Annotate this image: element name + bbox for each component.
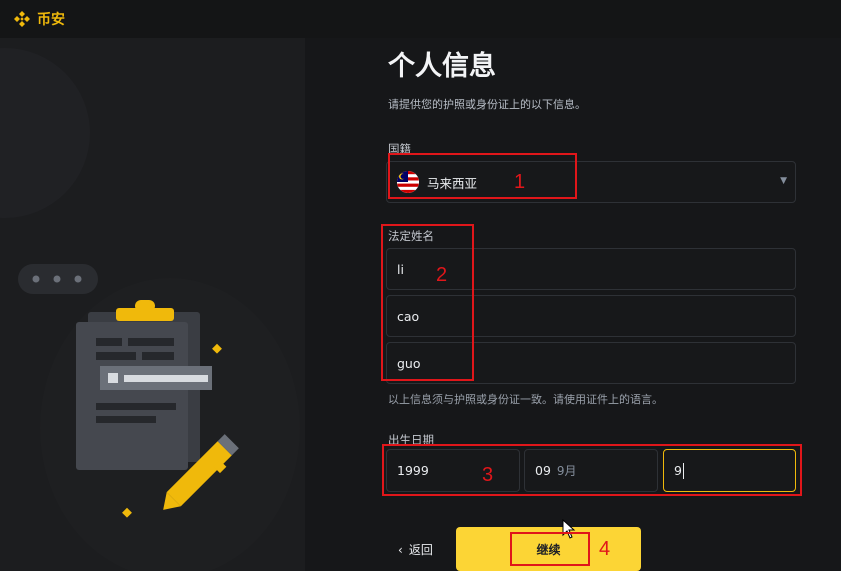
dob-month-select[interactable]: 09 9月 (524, 449, 658, 492)
page-subtitle: 请提供您的护照或身份证上的以下信息。 (388, 98, 586, 111)
chevron-down-icon: ▼ (780, 176, 787, 186)
clipboard-pencil-illustration (18, 264, 239, 518)
binance-logo[interactable]: 币安 (12, 9, 65, 29)
nationality-select[interactable]: 马来西亚 ▼ (386, 161, 796, 203)
dob-year-input[interactable]: 1999 (386, 449, 520, 492)
annotation-number-3: 3 (482, 464, 494, 486)
middle-name-input[interactable]: cao (386, 295, 796, 337)
text-cursor (682, 462, 684, 479)
illustration-panel (0, 38, 305, 571)
mouse-pointer-icon (562, 519, 576, 539)
malaysia-flag-icon (397, 171, 419, 193)
name-hint: 以上信息须与护照或身份证一致。请使用证件上的语言。 (388, 393, 663, 406)
legal-name-label: 法定姓名 (388, 229, 434, 243)
binance-logo-icon (14, 11, 30, 27)
nationality-label: 国籍 (388, 142, 411, 156)
dob-month-unit: 9月 (556, 464, 577, 478)
back-button[interactable]: ‹ 返回 (398, 541, 433, 558)
dob-day-input[interactable]: 9 (663, 449, 796, 492)
nationality-value: 马来西亚 (427, 175, 478, 191)
dob-year-value: 1999 (397, 463, 429, 478)
logo-text: 币安 (37, 12, 65, 28)
top-bar: 币安 (0, 0, 841, 38)
page-title: 个人信息 (388, 51, 496, 82)
dob-day-value: 9 (674, 463, 682, 478)
annotation-number-4: 4 (599, 538, 611, 560)
annotation-number-2: 2 (436, 264, 448, 286)
annotation-number-1: 1 (514, 171, 526, 193)
dob-month-value: 09 (535, 463, 551, 478)
back-label: 返回 (408, 543, 433, 557)
chevron-left-icon: ‹ (398, 542, 403, 557)
dob-label: 出生日期 (388, 433, 434, 447)
continue-button[interactable]: 继续 (456, 527, 641, 571)
first-name-input[interactable]: li (386, 248, 796, 290)
last-name-input[interactable]: guo (386, 342, 796, 384)
